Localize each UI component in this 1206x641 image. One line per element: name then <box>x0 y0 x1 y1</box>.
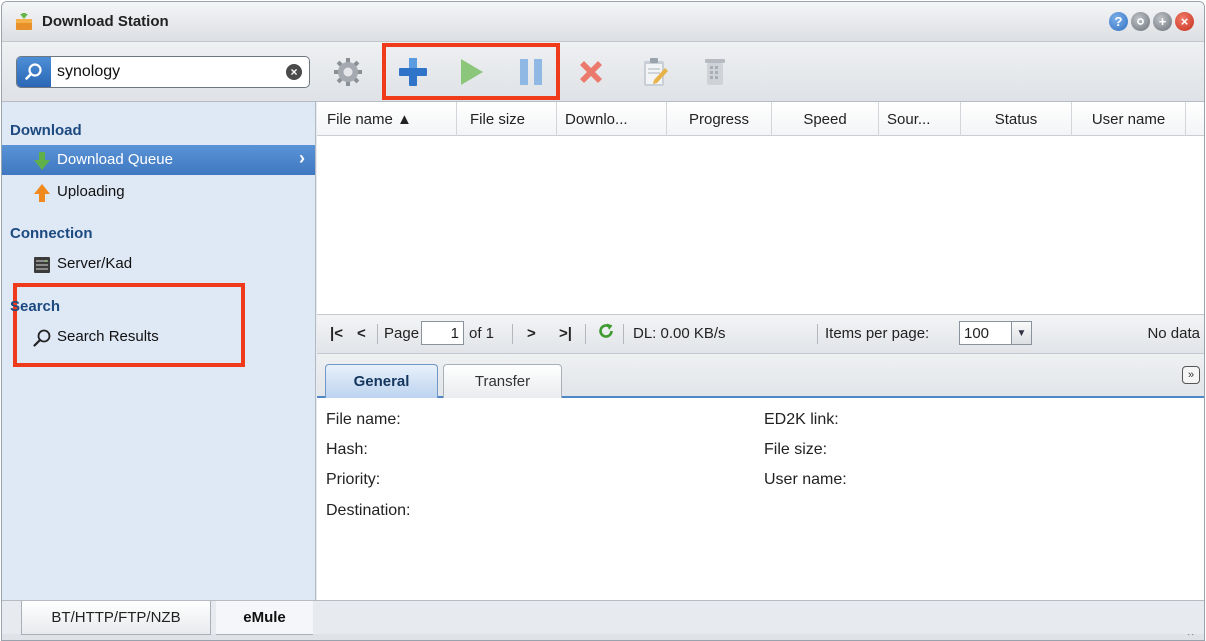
pause-icon[interactable] <box>512 53 550 91</box>
download-list-grid: File name ▲ File size Downlo... Progress… <box>317 102 1204 314</box>
sidebar-item-label: Search Results <box>57 328 159 345</box>
section-connection: Connection <box>10 225 93 242</box>
col-downloaded[interactable]: Downlo... <box>557 102 667 136</box>
next-page-icon[interactable]: > <box>527 325 536 342</box>
clear-search-icon[interactable]: × <box>286 64 302 80</box>
page-number-input[interactable]: 1 <box>421 321 464 345</box>
destination-label: Destination: <box>326 502 411 519</box>
last-page-icon[interactable]: >| <box>559 325 572 342</box>
priority-label: Priority: <box>326 471 381 488</box>
section-search: Search <box>10 298 61 315</box>
separator <box>377 324 378 344</box>
col-user-name[interactable]: User name <box>1072 102 1186 136</box>
detail-panel: General Transfer » File name: Hash: Prio… <box>317 354 1204 600</box>
download-speed: DL: 0.00 KB/s <box>633 325 726 342</box>
server-icon <box>32 255 52 275</box>
refresh-icon[interactable] <box>597 322 615 344</box>
file-size-label: File size: <box>764 441 828 458</box>
user-name-label: User name: <box>764 471 847 488</box>
download-station-app-icon <box>16 13 32 30</box>
up-arrow-icon <box>32 183 52 203</box>
detail-tab-bar: General Transfer » <box>317 354 1204 398</box>
separator <box>623 324 624 344</box>
first-page-icon[interactable]: |< <box>330 325 343 342</box>
edit-notepad-icon[interactable] <box>636 53 674 91</box>
hash-label: Hash: <box>326 441 368 458</box>
magnifier-icon <box>32 328 52 348</box>
tab-general[interactable]: General <box>325 364 438 398</box>
resume-play-icon[interactable] <box>452 53 490 91</box>
col-status[interactable]: Status <box>961 102 1072 136</box>
col-sources[interactable]: Sour... <box>879 102 961 136</box>
search-input[interactable] <box>57 57 277 87</box>
search-box: × <box>16 56 310 88</box>
col-speed[interactable]: Speed <box>772 102 879 136</box>
sidebar: Download Download Queue › Uploading Conn… <box>2 102 316 600</box>
clear-trashcan-icon[interactable] <box>696 53 734 91</box>
tab-transfer[interactable]: Transfer <box>443 364 562 398</box>
sidebar-item-label: Server/Kad <box>57 255 133 272</box>
down-arrow-icon <box>32 151 52 171</box>
section-download: Download <box>10 122 82 139</box>
sidebar-item-uploading[interactable]: Uploading <box>2 177 315 207</box>
pagination-bar: |< < Page 1 of 1 > >| DL: 0.00 KB/s Item… <box>317 314 1204 354</box>
separator <box>585 324 586 344</box>
col-progress[interactable]: Progress <box>667 102 772 136</box>
items-per-page-value: 100 <box>964 325 990 342</box>
items-per-page-select[interactable]: 100 ▼ <box>959 321 1032 345</box>
chevron-right-icon: › <box>299 148 305 168</box>
tab-bt-http-ftp-nzb[interactable]: BT/HTTP/FTP/NZB <box>21 601 211 635</box>
page-label: Page <box>384 325 420 342</box>
chevron-down-icon: ▼ <box>1011 322 1031 344</box>
maximize-icon[interactable]: + <box>1153 12 1172 31</box>
sidebar-item-download-queue[interactable]: Download Queue › <box>2 145 315 175</box>
items-per-page-label: Items per page: <box>825 325 930 342</box>
sidebar-item-label: Download Queue <box>57 151 173 168</box>
separator <box>512 324 513 344</box>
page-of-label: of 1 <box>469 325 495 342</box>
download-station-window: Download Station ? + × × <box>1 1 1205 641</box>
close-icon[interactable]: × <box>1175 12 1194 31</box>
bottom-tab-bar: BT/HTTP/FTP/NZB eMule <box>2 600 1204 635</box>
window-controls: ? + × <box>1109 12 1194 31</box>
no-data-status: No data <box>1147 325 1200 342</box>
help-icon[interactable]: ? <box>1109 12 1128 31</box>
separator <box>817 324 818 344</box>
add-plus-icon[interactable] <box>394 53 432 91</box>
collapse-panel-icon[interactable]: » <box>1182 366 1200 384</box>
ed2k-link-label: ED2K link: <box>764 411 839 428</box>
settings-gear-icon[interactable] <box>329 53 367 91</box>
prev-page-icon[interactable]: < <box>357 325 366 342</box>
sidebar-item-search-results[interactable]: Search Results <box>2 322 232 352</box>
sidebar-item-label: Uploading <box>57 183 125 200</box>
window-title: Download Station <box>42 13 169 30</box>
title-bar: Download Station ? + × <box>2 2 1204 42</box>
search-icon[interactable] <box>17 57 51 87</box>
tab-emule[interactable]: eMule <box>216 601 313 635</box>
sidebar-item-server-kad[interactable]: Server/Kad <box>2 249 315 279</box>
toolbar: × <box>2 42 1204 102</box>
col-file-name[interactable]: File name ▲ <box>317 102 457 136</box>
delete-x-icon[interactable] <box>572 53 610 91</box>
grid-header: File name ▲ File size Downlo... Progress… <box>317 102 1204 136</box>
col-file-size[interactable]: File size <box>457 102 557 136</box>
minimize-icon[interactable] <box>1131 12 1150 31</box>
file-name-label: File name: <box>326 411 401 428</box>
